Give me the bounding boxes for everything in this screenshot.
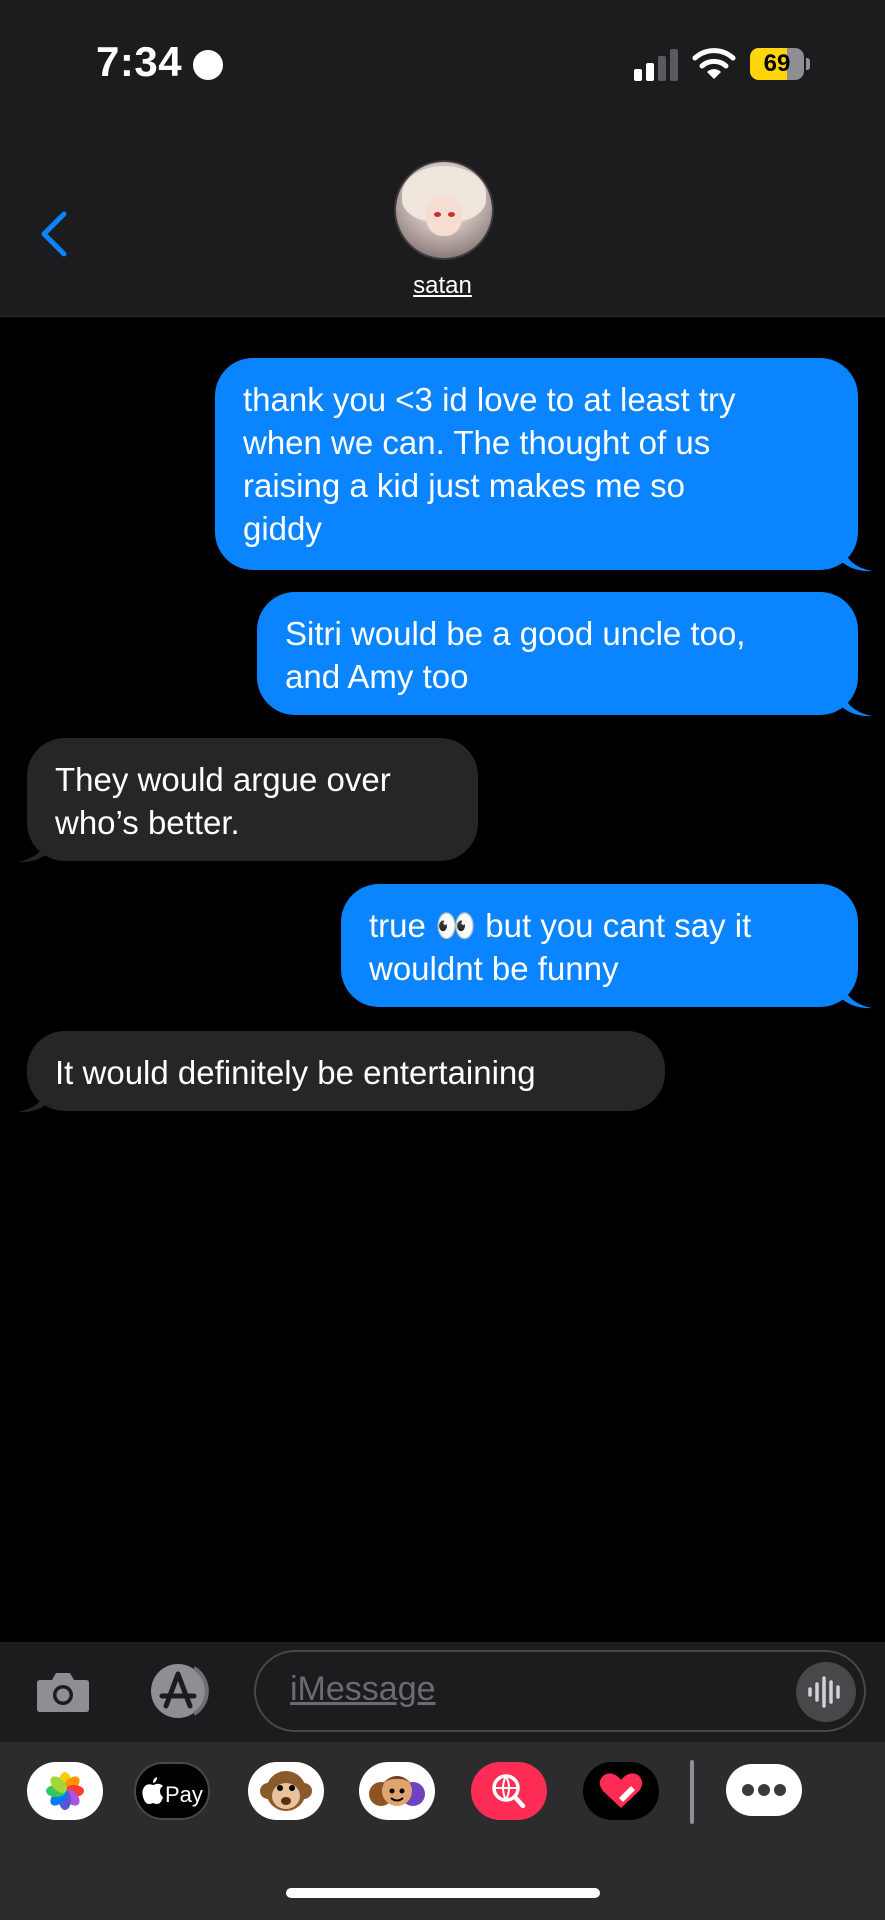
animoji-monkey-icon[interactable] (248, 1762, 324, 1820)
digital-touch-heart-icon[interactable] (583, 1762, 659, 1820)
more-apps-icon[interactable] (726, 1764, 802, 1816)
app-strip-divider (690, 1760, 694, 1824)
battery-percent: 69 (763, 50, 791, 77)
apple-pay-label: Pay (165, 1782, 203, 1807)
bubble-tail-icon (842, 544, 872, 572)
memoji-faces-icon (369, 1776, 425, 1806)
outgoing-message-bubble[interactable]: Sitri would be a good uncle too, and Amy… (257, 592, 858, 715)
more-dot (774, 1784, 786, 1796)
home-indicator[interactable] (286, 1888, 600, 1898)
apple-logo-icon: Pay (142, 1777, 203, 1807)
incoming-message-bubble[interactable]: It would definitely be entertaining (27, 1031, 665, 1111)
focus-indicator-icon (193, 50, 223, 80)
app-store-icon[interactable] (142, 1662, 218, 1720)
battery-tip (806, 58, 810, 70)
outgoing-message-bubble[interactable]: thank you <3 id love to at least try whe… (215, 358, 858, 570)
heart-icon (599, 1773, 643, 1808)
cellular-signal-icon (634, 47, 680, 81)
bubble-tail-icon (18, 835, 48, 863)
bubble-tail-icon (842, 981, 872, 1009)
message-input-placeholder[interactable]: iMessage (290, 1670, 436, 1709)
outgoing-message-bubble[interactable]: true 👀 but you cant say it wouldnt be fu… (341, 884, 858, 1007)
battery-icon: 69 (750, 48, 804, 80)
bubble-tail-icon (842, 689, 872, 717)
camera-icon[interactable] (34, 1662, 92, 1720)
status-time: 7:34 (96, 38, 183, 85)
monkey-face-icon (260, 1771, 312, 1811)
photos-flower-icon (46, 1772, 84, 1810)
avatar-eye (448, 212, 455, 217)
more-dot (758, 1784, 770, 1796)
contact-name[interactable]: satan (0, 272, 885, 300)
incoming-message-bubble[interactable]: They would argue over who’s better. (27, 738, 478, 861)
globe-search-icon (492, 1774, 526, 1809)
voice-message-icon[interactable] (796, 1662, 856, 1722)
bubble-tail-icon (18, 1085, 48, 1113)
memoji-icon[interactable] (359, 1762, 435, 1820)
wifi-icon (692, 48, 736, 79)
photos-app-icon[interactable] (27, 1762, 103, 1820)
contact-avatar[interactable] (394, 160, 494, 260)
more-dot (742, 1784, 754, 1796)
avatar-face (426, 196, 462, 236)
apple-pay-icon[interactable]: Pay (134, 1762, 210, 1820)
avatar-eye (434, 212, 441, 217)
image-search-icon[interactable] (471, 1762, 547, 1820)
chevron-left-icon[interactable] (28, 202, 80, 266)
